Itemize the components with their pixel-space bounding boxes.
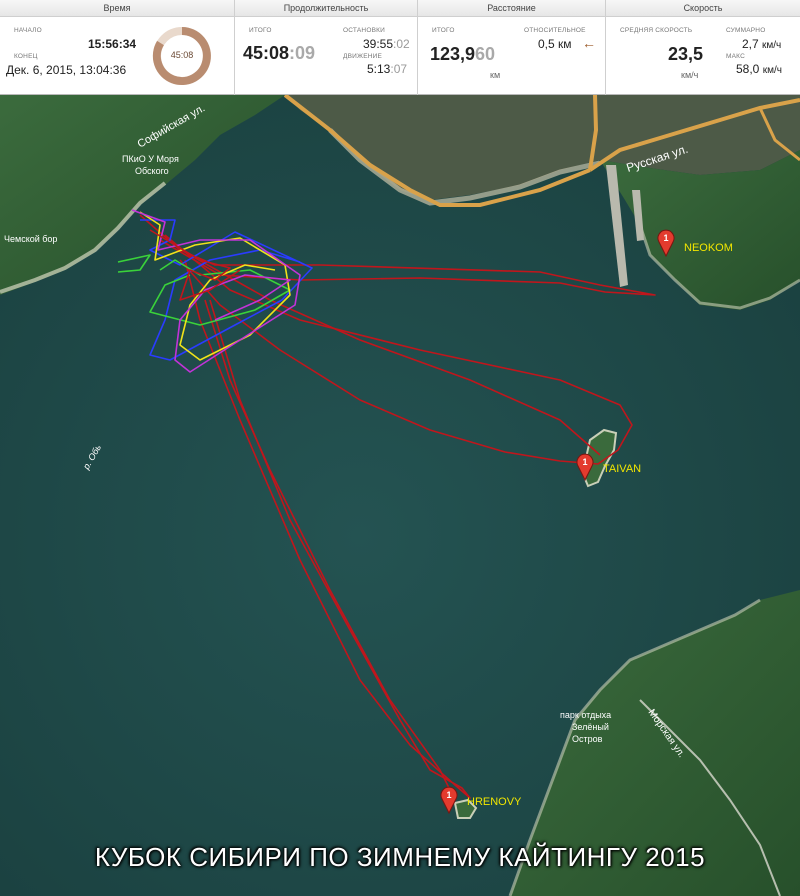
duration-header: Продолжительность (235, 0, 417, 17)
stops-value: 39:55:02 (363, 37, 410, 51)
map-canvas[interactable]: Софийская ул. ПКиО У Моря Обского Чемско… (0, 95, 800, 896)
satellite-map[interactable]: Софийская ул. ПКиО У Моря Обского Чемско… (0, 95, 800, 896)
stats-header: Время НАЧАЛО 15:56:34 КОНЕЦ Дек. 6, 2015… (0, 0, 800, 95)
dial-value: 45:08 (170, 50, 194, 60)
max-speed-value: 58,0 км/ч (736, 62, 782, 76)
label-obskogo: Обского (135, 166, 169, 176)
marker-number: 1 (663, 233, 668, 243)
start-label: НАЧАЛО (14, 27, 42, 34)
max-speed-label: МАКС (726, 53, 745, 60)
direction-arrow-icon: ← (582, 35, 596, 51)
time-header: Время (0, 0, 234, 17)
marker-number: 1 (582, 457, 587, 467)
speed-header: Скорость (606, 0, 800, 17)
moving-label: ДВИЖЕНИЕ (343, 53, 383, 60)
avg-speed-value: 23,5 (668, 44, 704, 64)
avg-speed-label: СРЕДНЯЯ СКОРОСТЬ (620, 27, 693, 34)
total-distance-value: 123,960 (430, 44, 496, 64)
distance-unit: км (490, 70, 501, 80)
stops-label: ОСТАНОВКИ (343, 27, 385, 34)
total-distance-label: ИТОГО (432, 27, 455, 34)
distance-header: Расстояние (418, 0, 605, 17)
total-duration-label: ИТОГО (249, 27, 272, 34)
total-speed-value: 2,7 км/ч (742, 37, 782, 51)
relative-label: ОТНОСИТЕЛЬНОЕ (524, 27, 586, 34)
label-park-1: парк отдыха (560, 710, 611, 720)
distance-panel: Расстояние ИТОГО 123,960 км ОТНОСИТЕЛЬНО… (418, 0, 606, 95)
end-value: Дек. 6, 2015, 13:04:36 (6, 63, 127, 77)
label-park-3: Остров (572, 734, 603, 744)
moving-value: 5:13:07 (367, 62, 408, 76)
total-speed-label: СУММАРНО (726, 27, 766, 34)
label-pkio: ПКиО У Моря (122, 154, 179, 164)
label-chemskoy: Чемской бор (4, 234, 57, 244)
marker-label: NEOKOM (684, 242, 733, 254)
time-panel: Время НАЧАЛО 15:56:34 КОНЕЦ Дек. 6, 2015… (0, 0, 235, 95)
marker-label: HRENOVY (467, 796, 522, 808)
avg-speed-unit: км/ч (681, 70, 699, 80)
speed-panel: Скорость СРЕДНЯЯ СКОРОСТЬ 23,5 км/ч СУММ… (606, 0, 800, 95)
start-value: 15:56:34 (88, 37, 137, 51)
total-duration-value: 45:08:09 (243, 43, 316, 63)
marker-label: TAIVAN (603, 463, 641, 475)
event-title-banner: КУБОК СИБИРИ ПО ЗИМНЕМУ КАЙТИНГУ 2015 (94, 842, 706, 872)
label-park-2: Зелёный (572, 722, 609, 732)
duration-dial: 45:08 (152, 26, 212, 86)
end-label: КОНЕЦ (14, 53, 38, 60)
relative-value: 0,5 км (538, 37, 572, 51)
marker-number: 1 (446, 790, 451, 800)
duration-panel: Продолжительность ИТОГО 45:08:09 ОСТАНОВ… (235, 0, 418, 95)
